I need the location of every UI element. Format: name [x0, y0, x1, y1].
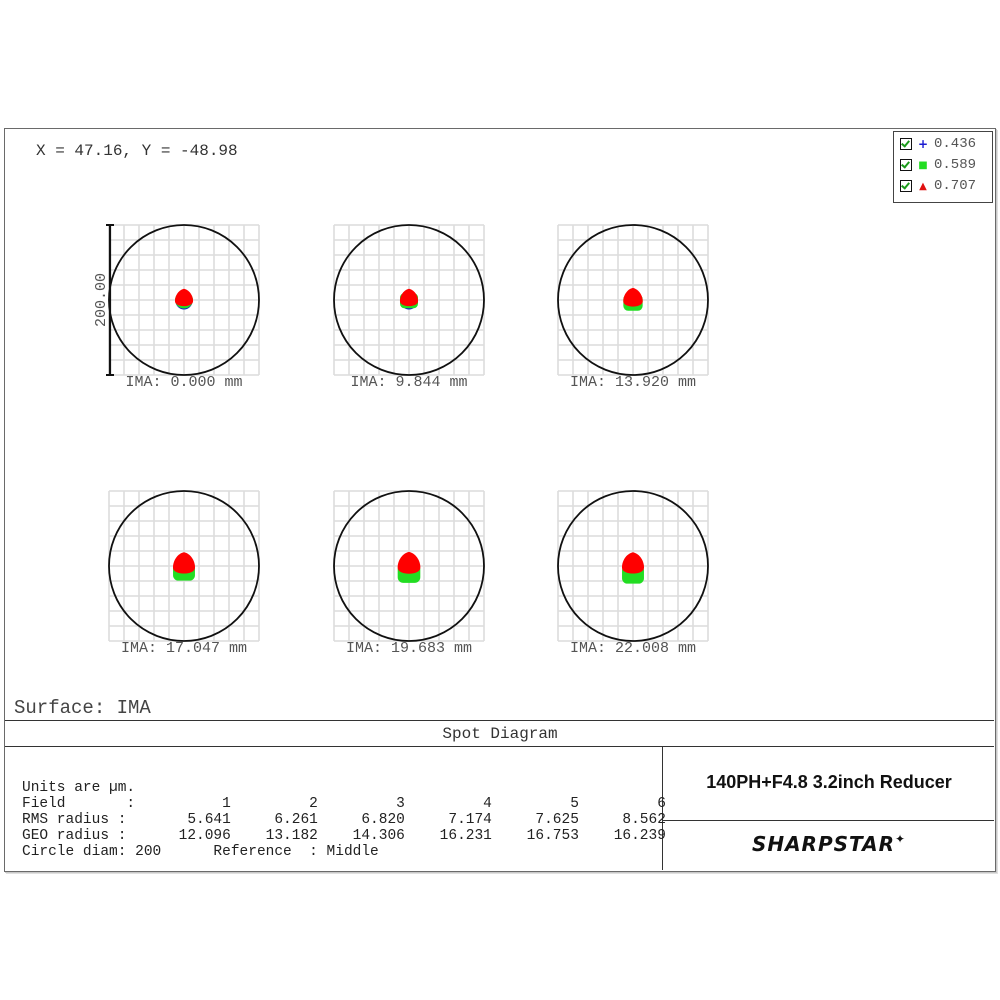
- spot-0707: [621, 552, 645, 574]
- field-label: IMA: 19.683 mm: [346, 640, 472, 657]
- geo-row: GEO radius : 12.096 13.182 14.306 16.231…: [22, 828, 666, 844]
- panel-title: Spot Diagram: [442, 725, 558, 743]
- field-row: Field : 1 2 3 4 5 6: [22, 796, 666, 812]
- field-label: IMA: 17.047 mm: [121, 640, 247, 657]
- divider: [5, 720, 994, 721]
- spot-0707: [172, 552, 196, 574]
- spot-0707: [623, 287, 643, 307]
- surface-label: Surface: IMA: [14, 697, 151, 719]
- scale-bar-label: 200.00: [93, 273, 110, 327]
- spot-0707: [399, 288, 419, 307]
- units-line: Units are µm.: [22, 780, 136, 796]
- field-label: IMA: 22.008 mm: [570, 640, 696, 657]
- circle-row: Circle diam: 200 Reference : Middle: [22, 844, 379, 860]
- divider: [662, 820, 994, 821]
- spot-0707: [174, 288, 194, 307]
- field-label: IMA: 9.844 mm: [350, 374, 467, 391]
- lens-title: 140PH+F4.8 3.2inch Reducer: [706, 772, 952, 792]
- spot-statistics: Units are µm. Field : 1 2 3 4 5 6 RMS radi…: [22, 780, 666, 860]
- field-label: IMA: 0.000 mm: [125, 374, 242, 391]
- star-icon: ✦: [895, 832, 907, 846]
- field-label: IMA: 13.920 mm: [570, 374, 696, 391]
- divider: [5, 746, 994, 747]
- spot-0707: [397, 551, 421, 574]
- brand-logo: SHARPSTAR✦: [663, 832, 995, 856]
- rms-row: RMS radius : 5.641 6.261 6.820 7.174 7.6…: [22, 812, 666, 828]
- brand-text: SHARPSTAR: [751, 832, 895, 856]
